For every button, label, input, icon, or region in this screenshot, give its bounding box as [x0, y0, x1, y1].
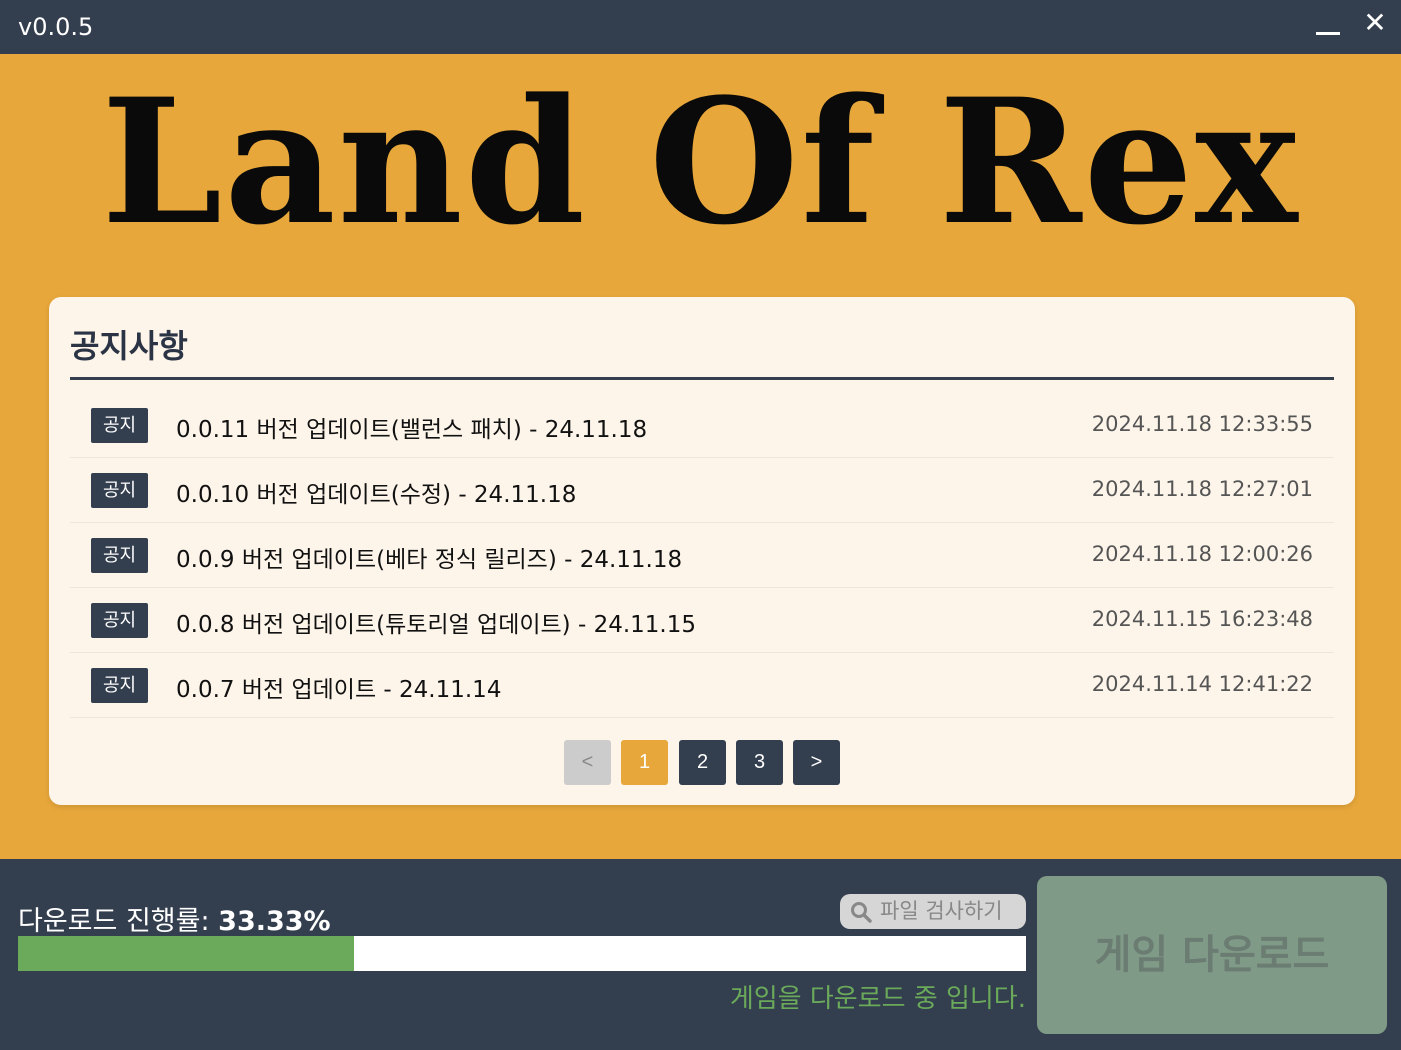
progress-fill — [18, 936, 354, 971]
notice-badge: 공지 — [91, 538, 148, 573]
prev-page-button[interactable]: < — [564, 740, 611, 785]
close-icon[interactable]: ✕ — [1360, 8, 1390, 38]
notice-text[interactable]: 0.0.9 버전 업데이트(베타 정식 릴리즈) - 24.11.18 — [176, 540, 682, 574]
progress-label: 다운로드 진행률: 33.33% — [18, 899, 331, 938]
notice-row[interactable]: 공지 0.0.9 버전 업데이트(베타 정식 릴리즈) - 24.11.18 2… — [70, 523, 1334, 588]
notice-text[interactable]: 0.0.7 버전 업데이트 - 24.11.14 — [176, 670, 501, 704]
page-button-3[interactable]: 3 — [736, 740, 783, 785]
notice-row[interactable]: 공지 0.0.11 버전 업데이트(밸런스 패치) - 24.11.18 202… — [70, 393, 1334, 458]
status-message: 게임을 다운로드 중 입니다. — [729, 984, 1026, 1014]
progress-label-text: 다운로드 진행률: — [18, 906, 219, 937]
notice-list: 공지 0.0.11 버전 업데이트(밸런스 패치) - 24.11.18 202… — [70, 393, 1334, 718]
notice-date: 2024.11.18 12:27:01 — [1091, 477, 1313, 501]
title-bar: v0.0.5 ✕ — [0, 0, 1401, 54]
notice-row[interactable]: 공지 0.0.8 버전 업데이트(튜토리얼 업데이트) - 24.11.15 2… — [70, 588, 1334, 653]
notice-badge: 공지 — [91, 408, 148, 443]
notice-date: 2024.11.18 12:00:26 — [1091, 542, 1313, 566]
notice-badge: 공지 — [91, 473, 148, 508]
notice-title: 공지사항 — [70, 327, 188, 365]
notice-text[interactable]: 0.0.11 버전 업데이트(밸런스 패치) - 24.11.18 — [176, 410, 647, 444]
notice-date: 2024.11.14 12:41:22 — [1091, 672, 1313, 696]
progress-bar — [18, 936, 1026, 971]
notice-badge: 공지 — [91, 603, 148, 638]
next-page-button[interactable]: > — [793, 740, 840, 785]
file-scan-button[interactable]: 파일 검사하기 — [840, 894, 1026, 929]
notice-row[interactable]: 공지 0.0.10 버전 업데이트(수정) - 24.11.18 2024.11… — [70, 458, 1334, 523]
notice-text[interactable]: 0.0.8 버전 업데이트(튜토리얼 업데이트) - 24.11.15 — [176, 605, 696, 639]
notice-date: 2024.11.15 16:23:48 — [1091, 607, 1313, 631]
version-label: v0.0.5 — [18, 13, 94, 41]
page-button-2[interactable]: 2 — [679, 740, 726, 785]
page-button-1[interactable]: 1 — [621, 740, 668, 785]
notice-badge: 공지 — [91, 668, 148, 703]
notice-panel: 공지사항 공지 0.0.11 버전 업데이트(밸런스 패치) - 24.11.1… — [49, 297, 1355, 805]
file-scan-label: 파일 검사하기 — [880, 899, 1003, 923]
search-icon — [851, 902, 872, 923]
game-logo: Land Of Rex — [101, 60, 1300, 263]
game-download-button[interactable]: 게임 다운로드 — [1037, 876, 1387, 1034]
notice-divider — [70, 377, 1334, 380]
notice-date: 2024.11.18 12:33:55 — [1091, 412, 1313, 436]
minimize-icon[interactable] — [1314, 14, 1342, 42]
download-footer: 다운로드 진행률: 33.33% 파일 검사하기 게임을 다운로드 중 입니다.… — [0, 859, 1401, 1050]
notice-row[interactable]: 공지 0.0.7 버전 업데이트 - 24.11.14 2024.11.14 1… — [70, 653, 1334, 718]
progress-percent: 33.33% — [218, 906, 331, 937]
notice-text[interactable]: 0.0.10 버전 업데이트(수정) - 24.11.18 — [176, 475, 576, 509]
